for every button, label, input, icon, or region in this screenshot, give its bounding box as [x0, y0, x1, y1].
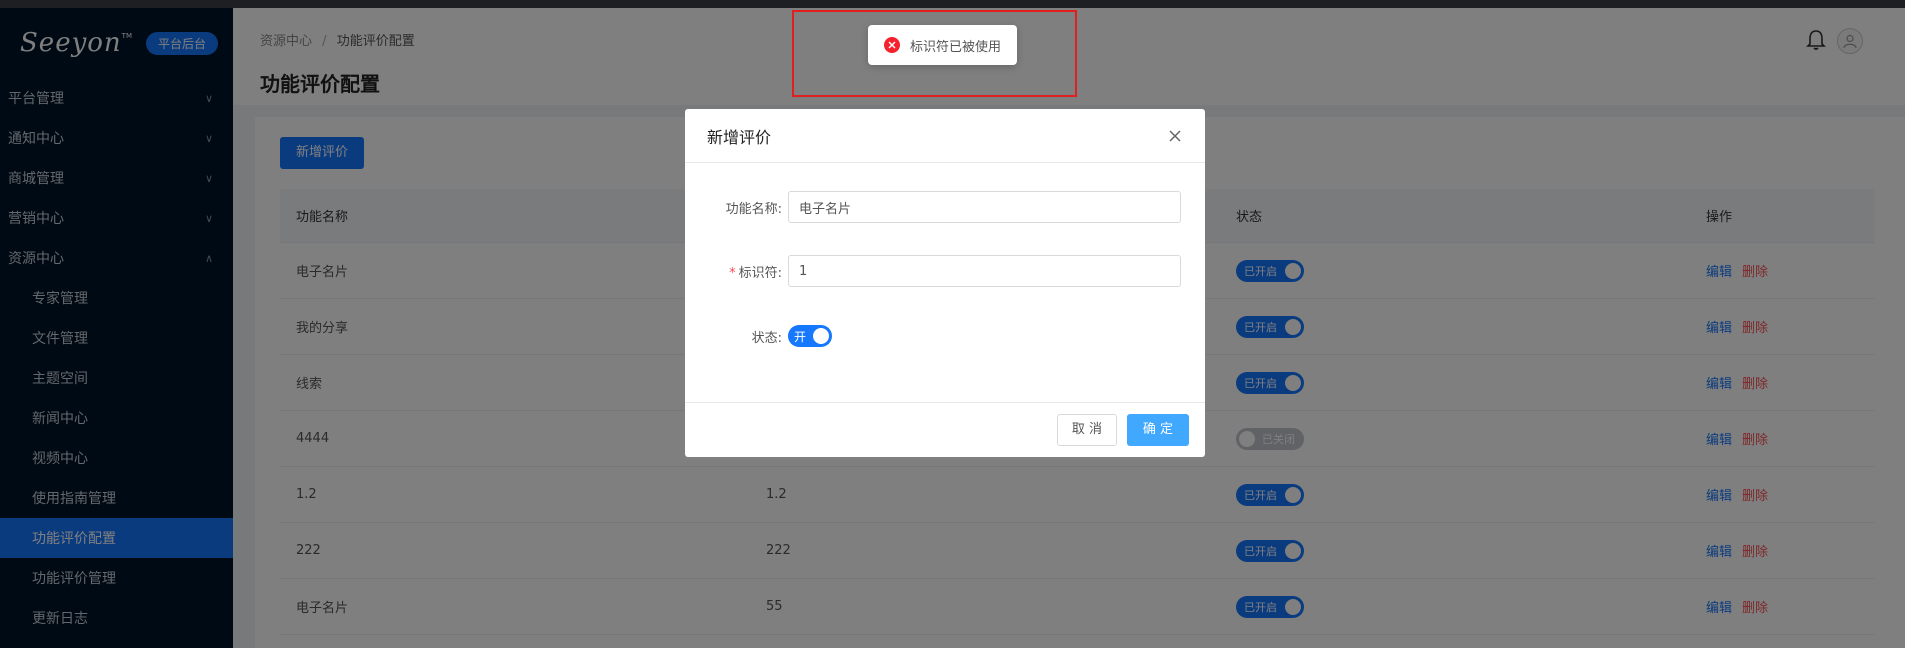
form-row-status: 状态: 开 [685, 325, 832, 347]
dialog-title: 新增评价 [707, 127, 772, 147]
confirm-button[interactable]: 确 定 [1126, 414, 1189, 446]
add-evaluation-dialog: 新增评价 功能名称: 电子名片 * 标识符: 1 状态: 开 取 消 确 定 [685, 109, 1205, 457]
cancel-button[interactable]: 取 消 [1056, 414, 1117, 446]
form-row-code: * 标识符: 1 [685, 255, 1181, 287]
code-label: 标识符: [738, 265, 782, 281]
required-mark: * [729, 265, 736, 281]
name-label: 功能名称: [725, 201, 782, 217]
dialog-footer: 取 消 确 定 [685, 402, 1205, 457]
code-input[interactable]: 1 [788, 255, 1181, 287]
highlight-box [792, 10, 1077, 97]
form-row-name: 功能名称: 电子名片 [685, 191, 1181, 223]
name-input[interactable]: 电子名片 [788, 191, 1181, 223]
close-icon[interactable] [1167, 128, 1183, 144]
status-switch[interactable]: 开 [788, 325, 832, 347]
status-label: 状态: [751, 330, 782, 346]
code-label-wrap: * 标识符: [685, 262, 788, 281]
dialog-header: 新增评价 [685, 109, 1205, 163]
